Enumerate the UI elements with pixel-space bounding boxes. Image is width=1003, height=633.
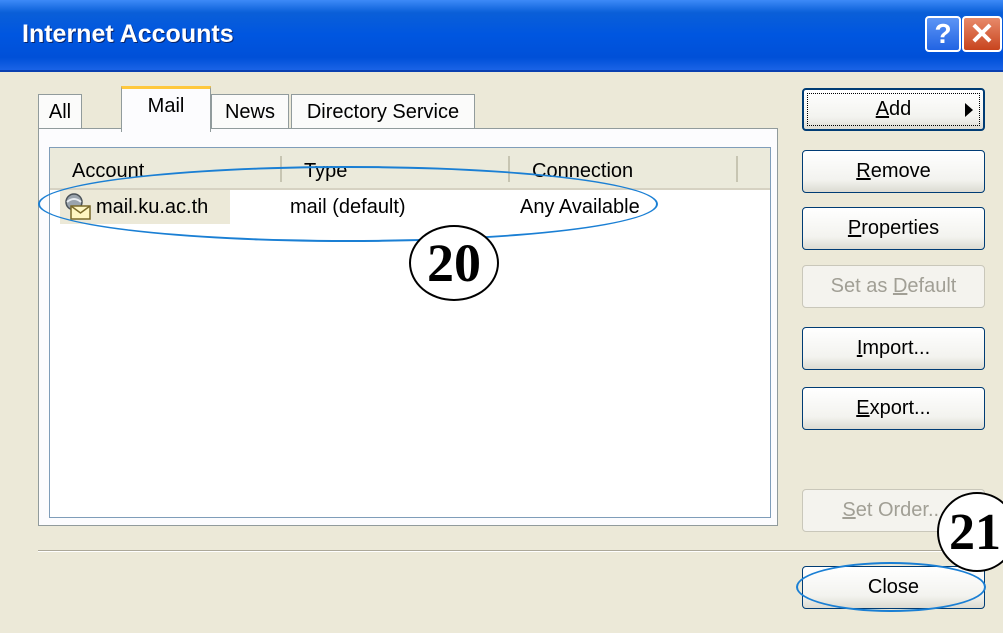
help-icon: ?	[934, 18, 952, 49]
tab-mail[interactable]: Mail	[121, 86, 211, 132]
add-button[interactable]: Add	[802, 88, 985, 131]
export-button[interactable]: Export...	[802, 387, 985, 430]
set-as-default-label: Set as Default	[830, 275, 957, 297]
tab-news-label: News	[224, 101, 275, 123]
window-title: Internet Accounts	[22, 20, 234, 48]
divider	[38, 550, 1003, 552]
tab-directory-service-label: Directory Service	[306, 101, 460, 123]
properties-button[interactable]: Properties	[802, 207, 985, 250]
help-button[interactable]: ?	[925, 16, 961, 52]
import-label: Import...	[856, 337, 931, 359]
import-button[interactable]: Import...	[802, 327, 985, 370]
close-icon: ✕	[969, 17, 995, 51]
highlight-ellipse-close	[796, 562, 986, 612]
arrow-right-icon	[965, 103, 973, 117]
tab-all[interactable]: All	[38, 94, 82, 130]
internet-accounts-dialog: Internet Accounts ? ✕ All Mail News Dire…	[0, 0, 1003, 633]
set-order-label: Set Order...	[842, 499, 945, 521]
add-label: Add	[875, 98, 912, 120]
properties-label: Properties	[847, 217, 940, 239]
highlight-ellipse-account	[38, 166, 658, 242]
remove-button[interactable]: Remove	[802, 150, 985, 193]
tab-news[interactable]: News	[211, 94, 289, 130]
callout-badge: 20	[409, 225, 499, 301]
close-window-button[interactable]: ✕	[962, 16, 1002, 52]
tab-directory-service[interactable]: Directory Service	[291, 94, 475, 130]
export-label: Export...	[856, 397, 931, 419]
tab-mail-label: Mail	[147, 95, 185, 117]
callout-badge: 21	[937, 492, 1003, 572]
set-as-default-button[interactable]: Set as Default	[802, 265, 985, 308]
tab-all-label: All	[48, 101, 72, 123]
column-divider[interactable]	[736, 156, 738, 182]
remove-label: Remove	[856, 160, 931, 182]
title-bar[interactable]: Internet Accounts ? ✕	[0, 0, 1003, 72]
